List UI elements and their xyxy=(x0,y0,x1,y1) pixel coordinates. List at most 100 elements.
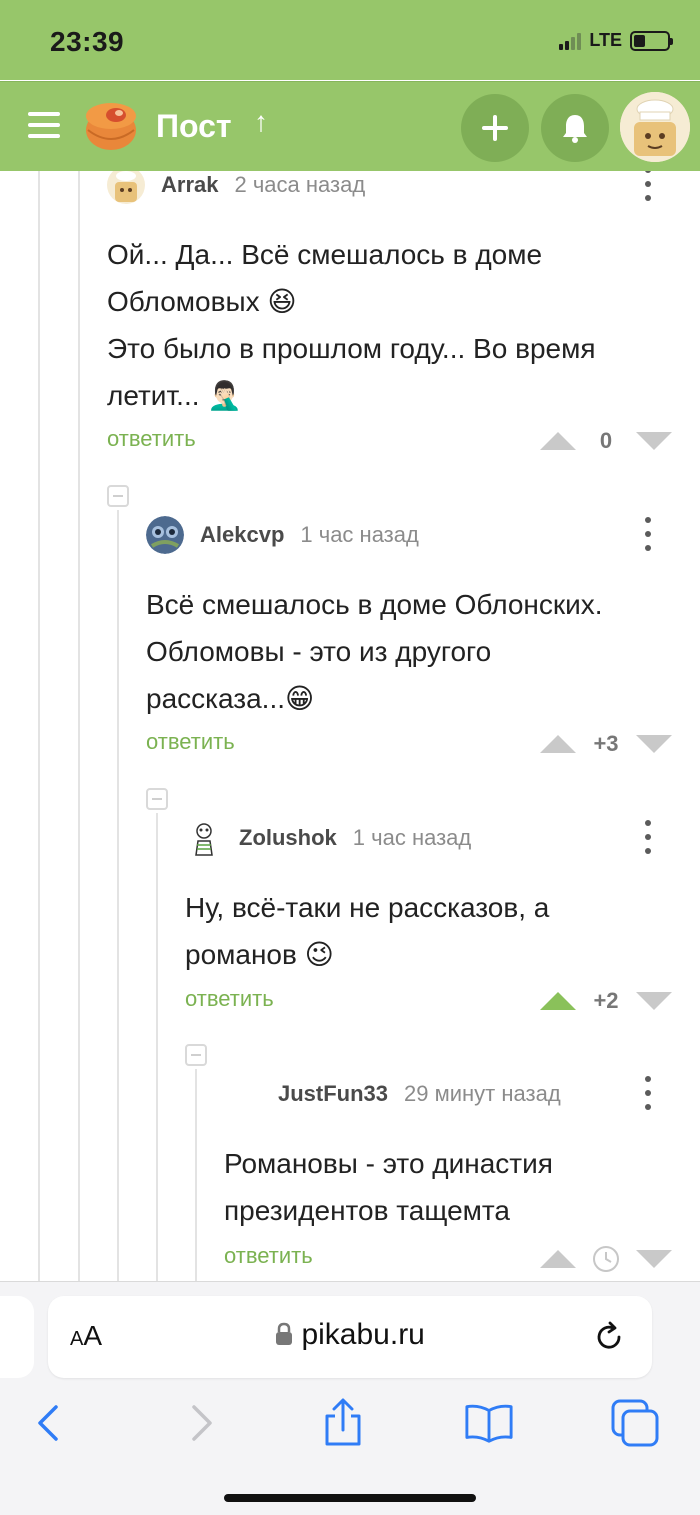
comment-thread: Arrak 2 часа назад Ой... Да... Всё смеша… xyxy=(0,171,700,1281)
vote-controls: +3 xyxy=(540,731,672,757)
more-options-icon[interactable] xyxy=(644,517,652,551)
comment-author[interactable]: Arrak xyxy=(161,172,218,198)
notifications-button[interactable] xyxy=(541,94,609,162)
comment-author[interactable]: Alekcvp xyxy=(200,522,284,548)
upvote-icon[interactable] xyxy=(540,992,576,1010)
collapse-button[interactable] xyxy=(185,1044,207,1066)
more-options-icon[interactable] xyxy=(644,171,652,201)
thread-line xyxy=(156,813,158,1281)
comment-body: Всё смешалось в доме Облонских. Обломовы… xyxy=(146,581,686,722)
vote-controls: 0 xyxy=(540,428,672,454)
comment-line: президентов тащемта xyxy=(224,1195,510,1226)
thread-line xyxy=(38,171,40,1281)
status-indicators: LTE xyxy=(559,30,673,51)
avatar[interactable] xyxy=(185,819,223,857)
app-header: Пост ↑ xyxy=(0,81,700,171)
hamburger-icon[interactable] xyxy=(28,112,60,138)
address-bar[interactable]: AA pikabu.ru xyxy=(48,1296,652,1378)
sort-arrow-icon[interactable]: ↑ xyxy=(254,106,268,138)
comment-header: Alekcvp 1 час назад xyxy=(146,515,686,555)
comment-author[interactable]: Zolushok xyxy=(239,825,337,851)
home-indicator[interactable] xyxy=(224,1494,476,1502)
reload-button[interactable] xyxy=(592,1320,626,1359)
share-icon xyxy=(325,1398,361,1446)
comment-score: 0 xyxy=(599,428,613,453)
more-options-icon[interactable] xyxy=(644,1076,652,1110)
comment-body: Ой... Да... Всё смешалось в доме Обломов… xyxy=(107,231,687,419)
pending-score xyxy=(576,1245,636,1273)
collapse-button[interactable] xyxy=(146,788,168,810)
comment-footer: ответить +2 xyxy=(185,982,672,1022)
comment-line: Обломовы - это из другого xyxy=(146,636,492,667)
comment-line: Романовы - это династия xyxy=(224,1148,553,1179)
reply-link[interactable]: ответить xyxy=(185,986,274,1012)
downvote-icon[interactable] xyxy=(636,992,672,1010)
comment-footer: ответить +3 xyxy=(146,725,672,765)
bell-icon xyxy=(563,115,587,143)
comment-time: 1 час назад xyxy=(300,522,419,547)
previous-tab-bar[interactable] xyxy=(0,1296,34,1378)
comment-line: Это было в прошлом году... Во время xyxy=(107,333,596,364)
comment-header: Arrak 2 часа назад xyxy=(107,171,687,205)
reply-link[interactable]: ответить xyxy=(146,729,235,755)
thread-line xyxy=(117,510,119,1281)
add-post-button[interactable] xyxy=(461,94,529,162)
forward-icon xyxy=(192,1405,212,1441)
page-title: Пост xyxy=(156,108,232,144)
bookmarks-icon xyxy=(465,1404,513,1443)
comment-line: летит... 🤦🏻‍♂️ xyxy=(107,380,243,411)
comment-time: 1 час назад xyxy=(352,825,472,850)
comment-body: Романовы - это династия президентов таще… xyxy=(224,1140,684,1234)
upvote-icon[interactable] xyxy=(540,1250,576,1268)
collapse-button[interactable] xyxy=(107,485,129,507)
status-time: 23:39 xyxy=(50,26,125,57)
back-icon xyxy=(38,1405,58,1441)
comment-line: Ну, всё-таки не рассказов, а xyxy=(185,892,550,923)
vote-controls: +2 xyxy=(540,988,672,1014)
downvote-icon[interactable] xyxy=(636,432,672,450)
status-bar: 23:39 LTE xyxy=(0,0,700,80)
downvote-icon[interactable] xyxy=(636,735,672,753)
comment-score: +3 xyxy=(593,731,619,756)
upvote-icon[interactable] xyxy=(540,432,576,450)
upvote-icon[interactable] xyxy=(540,735,576,753)
lock-icon xyxy=(276,1322,293,1345)
comment-time: 2 часа назад xyxy=(234,172,366,197)
reload-icon xyxy=(597,1321,621,1349)
comment-time: 29 минут назад xyxy=(404,1081,561,1106)
clock-icon xyxy=(593,1246,619,1272)
plus-icon xyxy=(482,115,508,141)
signal-icon xyxy=(559,32,582,50)
browser-toolbar xyxy=(0,1392,700,1452)
forward-button[interactable] xyxy=(176,1398,226,1448)
url-display[interactable]: pikabu.ru xyxy=(48,1318,652,1352)
url-text: pikabu.ru xyxy=(301,1318,425,1351)
comment: JustFun33 29 минут назад Романовы - это … xyxy=(224,1074,684,1234)
pikabu-logo[interactable] xyxy=(84,100,138,152)
comment-line: рассказа...😁 xyxy=(146,683,315,714)
reply-link[interactable]: ответить xyxy=(107,426,196,452)
comment-body: Ну, всё-таки не рассказов, а романов 😉 xyxy=(185,884,685,978)
comment-line: Ой... Да... Всё смешалось в доме xyxy=(107,239,543,270)
avatar[interactable] xyxy=(146,516,184,554)
share-button[interactable] xyxy=(318,1398,368,1448)
thread-line xyxy=(78,171,80,1281)
back-button[interactable] xyxy=(24,1398,74,1448)
comment: Arrak 2 часа назад Ой... Да... Всё смеша… xyxy=(107,171,687,419)
more-options-icon[interactable] xyxy=(644,820,652,854)
browser-chrome: AA pikabu.ru xyxy=(0,1281,700,1515)
comment-line: Обломовых 😆 xyxy=(107,286,297,317)
comment-footer: ответить xyxy=(224,1239,672,1279)
user-avatar[interactable] xyxy=(620,92,690,162)
network-label: LTE xyxy=(589,30,622,50)
reply-link[interactable]: ответить xyxy=(224,1243,313,1269)
bookmarks-button[interactable] xyxy=(464,1398,514,1448)
comment-author[interactable]: JustFun33 xyxy=(278,1081,388,1107)
comment-score: +2 xyxy=(593,988,619,1013)
tabs-button[interactable] xyxy=(610,1398,660,1448)
avatar[interactable] xyxy=(107,171,145,204)
comment-line: романов 😉 xyxy=(185,939,334,970)
downvote-icon[interactable] xyxy=(636,1250,672,1268)
battery-icon xyxy=(630,30,673,51)
comment-header: Zolushok 1 час назад xyxy=(185,818,685,858)
